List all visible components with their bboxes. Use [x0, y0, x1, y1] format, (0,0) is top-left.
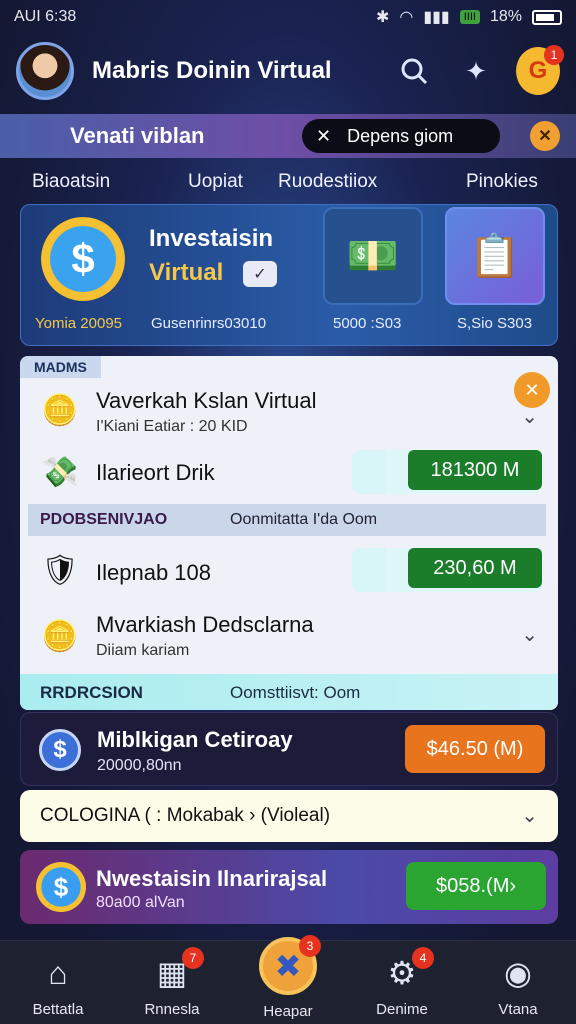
hero-year: Yomia 20095	[35, 315, 123, 332]
row-subtitle: Diiam kariam	[96, 642, 190, 659]
nav-item-profile[interactable]: ◉ Vtana	[468, 953, 568, 1018]
search-input[interactable]: ✕ Depens giom	[302, 119, 500, 153]
cash-stack-icon[interactable]: 💵	[323, 207, 423, 305]
amount-button[interactable]: 181300 M	[408, 450, 542, 490]
nav-label: Heapar	[263, 1003, 313, 1020]
check-icon: ✓	[243, 261, 277, 287]
nav-item-reports[interactable]: ▦ 7 Rnnesla	[122, 947, 222, 1018]
search-value: Depens giom	[347, 125, 454, 146]
coins-icon: 🪙	[41, 393, 79, 427]
promo-banner: Venati viblan ✕ Depens giom ✕	[0, 114, 576, 158]
hero-subtitle: Virtual	[149, 259, 224, 286]
nav-item-home[interactable]: ⌂ Bettatla	[8, 953, 108, 1019]
chevron-down-icon[interactable]: ⌄	[521, 622, 538, 647]
nav-label: Rnnesla	[144, 1001, 200, 1018]
home-icon: ⌂	[48, 954, 68, 991]
hero-card[interactable]: $ Investaisin Virtual ✓ Yomia 20095 Guse…	[20, 204, 558, 346]
document-coin-icon[interactable]: 📋	[445, 207, 545, 305]
investment-panel: MADMS ✕ 🪙 Vaverkah Kslan Virtual I'Kiani…	[20, 356, 558, 710]
profile-icon: ◉	[504, 955, 532, 991]
banner-title: Venati viblan	[70, 123, 205, 148]
exchange-icon: ✖ 3	[259, 935, 321, 995]
tab-uopiat[interactable]: Uopiat	[188, 171, 243, 193]
card-title: Nwestaisin Ilnarirajsal	[96, 866, 328, 891]
signal-icon: ▮▮▮	[423, 9, 450, 26]
shield-icon: 🛡	[40, 553, 80, 587]
row-title: Ilepnab 108	[96, 560, 211, 585]
amount-bar: 181300 M	[352, 450, 542, 494]
nav-item-exchange[interactable]: ✖ 3 Heapar	[238, 935, 338, 1020]
chevron-down-icon[interactable]: ⌄	[521, 404, 538, 429]
notification-badge: 7	[182, 947, 204, 969]
row-title: Ilarieort Drik	[96, 460, 215, 485]
notifications-button[interactable]: G 1	[516, 45, 564, 95]
card-title: Miblkigan Cetiroay	[97, 727, 293, 752]
category-dropdown[interactable]: COLOGINA ( : Mokabak › (Violeal) ⌄	[20, 790, 558, 842]
star-settings-icon[interactable]: ✦	[454, 49, 498, 93]
nav-label: Denime	[376, 1001, 428, 1018]
battery-percent: 18%	[489, 8, 522, 25]
notification-badge: 3	[299, 935, 321, 957]
battery-chip: IIII	[459, 10, 480, 24]
hero-title: Investaisin	[149, 225, 274, 252]
list-item[interactable]: 💸 Ilarieort Drik 181300 M	[20, 448, 558, 504]
wifi-icon: ◠	[399, 9, 414, 26]
hero-caption-2: 5000 :S03	[333, 315, 402, 332]
chart-building-icon: ▦ 7	[122, 947, 222, 993]
status-bar: AUI 6:38 ✱ ◠ ▮▮▮ IIII 18%	[0, 0, 576, 34]
search-icon[interactable]	[392, 49, 436, 93]
row-subtitle: I'Kiani Eatiar : 20 KID	[96, 418, 248, 435]
bluetooth-icon: ✱	[375, 9, 390, 26]
card-subtitle: 80a00 alVan	[96, 894, 185, 911]
hero-caption-1: Gusenrinrs03010	[151, 315, 267, 332]
nav-item-settings[interactable]: ⚙ 4 Denime	[352, 947, 452, 1018]
battery-icon	[532, 9, 562, 25]
panel-badge: MADMS	[20, 356, 101, 378]
gear-icon: ⚙ 4	[352, 947, 452, 993]
dollar-coin-icon: $	[36, 862, 86, 912]
app-header: Mabris Doinin Virtual ✦ G 1	[0, 34, 576, 108]
row-title: Mvarkiash Dedsclarna	[96, 612, 314, 637]
tab-bar: Biaoatsin Uopiat Ruodestiiox Pinokies	[0, 164, 576, 200]
balance-card[interactable]: $ Miblkigan Cetiroay 20000,80nn $46.50 (…	[20, 712, 558, 786]
dropdown-value: COLOGINA ( : Mokabak › (Violeal)	[40, 805, 331, 826]
section-value: Oonmitatta I'da Oom	[230, 511, 378, 528]
page-title: Mabris Doinin Virtual	[92, 57, 332, 84]
amount-button[interactable]: 230,60 M	[408, 548, 542, 588]
row-title: Vaverkah Kslan Virtual	[96, 388, 317, 413]
investment-card[interactable]: $ Nwestaisin Ilnarirajsal 80a00 alVan $0…	[20, 850, 558, 924]
status-time: AUI 6:38	[14, 8, 77, 25]
footer-label: RRDRCSION	[40, 683, 143, 702]
chevron-down-icon[interactable]: ⌄	[521, 803, 538, 828]
dollar-coin-icon: $	[41, 217, 125, 301]
close-icon[interactable]: ✕	[316, 126, 331, 147]
panel-footer: RRDRCSION Oomsttiisvt: Oom	[20, 674, 558, 710]
money-icon: 💸	[41, 455, 79, 489]
coin-box-icon: 🪙	[41, 619, 79, 653]
tab-ruodestiiox[interactable]: Ruodestiiox	[278, 171, 377, 193]
list-item[interactable]: 🛡 Ilepnab 108 230,60 M	[20, 546, 558, 602]
tab-biaoatsin[interactable]: Biaoatsin	[32, 171, 110, 193]
amount-button[interactable]: $058.(M›	[406, 862, 546, 910]
hero-caption-3: S,Sio S303	[457, 315, 533, 332]
section-label: PDOBSENIVJAO	[40, 511, 168, 528]
tab-pinokies[interactable]: Pinokies	[466, 171, 538, 193]
notification-badge: 1	[544, 45, 564, 65]
dollar-coin-icon: $	[39, 729, 81, 771]
notification-badge: 4	[412, 947, 434, 969]
amount-button[interactable]: $46.50 (M)	[405, 725, 545, 773]
nav-label: Vtana	[498, 1001, 538, 1018]
section-header: PDOBSENIVJAO Oonmitatta I'da Oom	[28, 504, 546, 536]
banner-close-button[interactable]: ✕	[530, 121, 560, 151]
list-item[interactable]: 🪙 Mvarkiash Dedsclarna Diiam kariam ⌄	[20, 606, 558, 666]
nav-label: Bettatla	[32, 1001, 84, 1018]
list-item[interactable]: 🪙 Vaverkah Kslan Virtual I'Kiani Eatiar …	[20, 382, 558, 442]
amount-bar: 230,60 M	[352, 548, 542, 592]
avatar[interactable]	[16, 42, 74, 100]
card-subtitle: 20000,80nn	[97, 757, 182, 774]
bottom-navigation: ⌂ Bettatla ▦ 7 Rnnesla ✖ 3 Heapar ⚙ 4 Denim…	[0, 935, 576, 1024]
footer-value: Oomsttiisvt: Oom	[230, 683, 361, 702]
